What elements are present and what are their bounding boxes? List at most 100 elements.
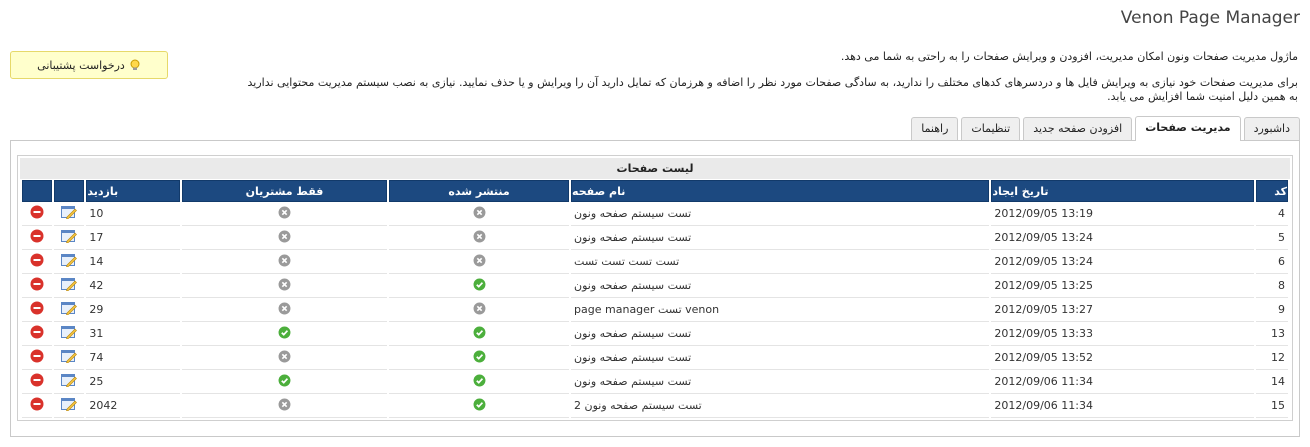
cell-visits: 14: [86, 250, 180, 274]
cell-page-name[interactable]: تست سیستم صفحه ونون: [571, 322, 990, 346]
cell-visits: 25: [86, 370, 180, 394]
cell-edit: [54, 394, 85, 418]
cell-id: 8: [1255, 274, 1288, 298]
members-only-cross-icon[interactable]: [278, 206, 291, 222]
cell-published: [389, 226, 570, 250]
cell-page-name[interactable]: تست سیستم صفحه ونون: [571, 202, 990, 226]
published-check-icon[interactable]: [473, 278, 486, 294]
cell-members-only: [181, 346, 388, 370]
published-cross-icon[interactable]: [473, 230, 486, 246]
tab-manage-pages[interactable]: مدیریت صفحات: [1135, 116, 1241, 141]
edit-icon[interactable]: [61, 205, 78, 222]
cell-edit: [54, 202, 85, 226]
col-name-header[interactable]: نام صفحه: [571, 180, 990, 202]
table-caption: لیست صفحات: [20, 158, 1290, 179]
edit-icon[interactable]: [61, 325, 78, 342]
cell-created: 2012/09/05 13:27: [991, 298, 1254, 322]
edit-icon[interactable]: [61, 397, 78, 414]
members-only-cross-icon[interactable]: [278, 230, 291, 246]
cell-delete: [22, 346, 53, 370]
col-delete-header: [22, 180, 53, 202]
cell-id: 9: [1255, 298, 1288, 322]
delete-icon[interactable]: [30, 253, 44, 270]
members-only-check-icon[interactable]: [278, 326, 291, 342]
delete-icon[interactable]: [30, 349, 44, 366]
cell-published: [389, 274, 570, 298]
published-cross-icon[interactable]: [473, 302, 486, 318]
members-only-cross-icon[interactable]: [278, 350, 291, 366]
col-created-header[interactable]: تاریخ ایجاد: [991, 180, 1254, 202]
cell-page-name[interactable]: تست سیستم صفحه ونون: [571, 370, 990, 394]
members-only-cross-icon[interactable]: [278, 398, 291, 414]
cell-edit: [54, 322, 85, 346]
cell-visits: 10: [86, 202, 180, 226]
edit-icon[interactable]: [61, 349, 78, 366]
tab-settings[interactable]: تنظیمات: [961, 117, 1021, 140]
published-cross-icon[interactable]: [473, 254, 486, 270]
col-members-only-header[interactable]: فقط مشتریان: [181, 180, 388, 202]
members-only-check-icon[interactable]: [278, 374, 291, 390]
tab-add-page[interactable]: افزودن صفحه جدید: [1023, 117, 1133, 140]
edit-icon[interactable]: [61, 301, 78, 318]
col-id-header[interactable]: کد: [1255, 180, 1288, 202]
delete-icon[interactable]: [30, 397, 44, 414]
support-request-button[interactable]: درخواست پشتیبانی: [10, 51, 168, 79]
cell-edit: [54, 298, 85, 322]
cell-id: 15: [1255, 394, 1288, 418]
col-published-header[interactable]: منتشر شده: [389, 180, 570, 202]
table-row: 6 2012/09/05 13:24 تست تست تست تست 14: [22, 250, 1288, 274]
delete-icon[interactable]: [30, 301, 44, 318]
members-only-cross-icon[interactable]: [278, 302, 291, 318]
cell-created: 2012/09/06 11:34: [991, 394, 1254, 418]
cell-page-name[interactable]: تست سیستم صفحه ونون: [571, 274, 990, 298]
col-edit-header: [54, 180, 85, 202]
table-body: 4 2012/09/05 13:19 تست سیستم صفحه ونون 10 5 2…: [22, 202, 1288, 418]
cell-visits: 17: [86, 226, 180, 250]
published-check-icon[interactable]: [473, 326, 486, 342]
published-check-icon[interactable]: [473, 350, 486, 366]
cell-page-name[interactable]: تست سیستم صفحه ونون: [571, 226, 990, 250]
cell-page-name[interactable]: تست سیستم صفحه ونون: [571, 346, 990, 370]
tab-dashboard[interactable]: داشبورد: [1243, 117, 1300, 140]
edit-icon[interactable]: [61, 253, 78, 270]
cell-members-only: [181, 274, 388, 298]
tab-help[interactable]: راهنما: [911, 117, 959, 140]
published-check-icon[interactable]: [473, 374, 486, 390]
delete-icon[interactable]: [30, 229, 44, 246]
delete-icon[interactable]: [30, 277, 44, 294]
tab-bar: داشبورد مدیریت صفحات افزودن صفحه جدید تن…: [911, 116, 1300, 141]
cell-created: 2012/09/05 13:52: [991, 346, 1254, 370]
cell-id: 13: [1255, 322, 1288, 346]
cell-edit: [54, 346, 85, 370]
members-only-cross-icon[interactable]: [278, 254, 291, 270]
delete-icon[interactable]: [30, 205, 44, 222]
delete-icon[interactable]: [30, 373, 44, 390]
intro-line-1: ماژول مدیریت صفحات ونون امکان مدیریت، اف…: [840, 50, 1298, 63]
cell-edit: [54, 250, 85, 274]
cell-members-only: [181, 298, 388, 322]
table-row: 12 2012/09/05 13:52 تست سیستم صفحه ونون 74: [22, 346, 1288, 370]
cell-page-name[interactable]: تست سیستم صفحه ونون 2: [571, 394, 990, 418]
table-row: 4 2012/09/05 13:19 تست سیستم صفحه ونون 10: [22, 202, 1288, 226]
delete-icon[interactable]: [30, 325, 44, 342]
edit-icon[interactable]: [61, 277, 78, 294]
cell-id: 5: [1255, 226, 1288, 250]
cell-edit: [54, 226, 85, 250]
cell-published: [389, 370, 570, 394]
col-visits-header[interactable]: بازدید: [86, 180, 180, 202]
cell-created: 2012/09/06 11:34: [991, 370, 1254, 394]
cell-page-name[interactable]: تست تست تست تست: [571, 250, 990, 274]
edit-icon[interactable]: [61, 373, 78, 390]
members-only-cross-icon[interactable]: [278, 278, 291, 294]
published-check-icon[interactable]: [473, 398, 486, 414]
edit-icon[interactable]: [61, 229, 78, 246]
intro-text: ماژول مدیریت صفحات ونون امکان مدیریت، اف…: [178, 50, 1298, 104]
support-request-label: درخواست پشتیبانی: [37, 58, 125, 72]
cell-id: 12: [1255, 346, 1288, 370]
cell-visits: 2042: [86, 394, 180, 418]
cell-members-only: [181, 226, 388, 250]
published-cross-icon[interactable]: [473, 206, 486, 222]
table-header-row: کد تاریخ ایجاد نام صفحه منتشر شده فقط مش…: [22, 180, 1288, 202]
cell-page-name[interactable]: venon تست page manager: [571, 298, 990, 322]
cell-published: [389, 394, 570, 418]
